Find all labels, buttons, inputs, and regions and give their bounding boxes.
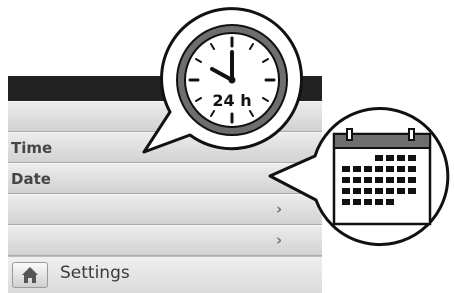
callout-overlay: 24 h xyxy=(142,7,450,247)
calendar-icon xyxy=(332,128,432,226)
clock-format-label: 24 h xyxy=(212,91,251,110)
calendar-callout xyxy=(268,107,450,247)
clock-callout: 24 h xyxy=(142,7,304,154)
